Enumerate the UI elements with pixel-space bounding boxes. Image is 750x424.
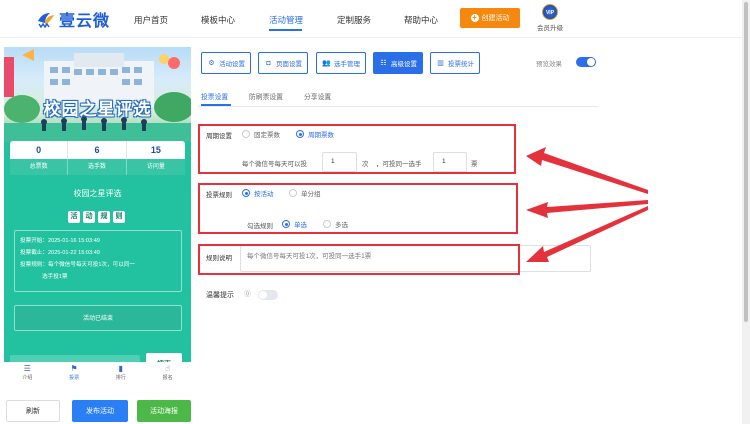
flag-icon: ⚑ [70,364,78,373]
page-icon: ◘ [266,59,271,67]
advanced-settings-button[interactable]: ☷ 高级设置 [373,52,423,74]
activity-title: 校园之星评选 [73,189,122,198]
banner-title: 校园之星评选 [43,100,152,119]
page-settings-button[interactable]: ◘ 页面设置 [258,52,308,74]
plus-icon: + [470,13,479,22]
highlight-box-vote-rule [198,183,518,234]
nav-active-indicator [269,29,302,31]
rules-heading-char: 动 [83,211,95,223]
create-activity-label: 创建活动 [481,15,510,22]
tab-label: 排行 [115,375,126,381]
highlight-box-rule-desc [198,244,520,275]
tab-label: 介绍 [22,375,33,381]
button-label: 选手管理 [334,61,360,68]
create-activity-button[interactable]: + 创建活动 [460,8,520,28]
nav-templates[interactable]: 模板中心 [201,14,235,26]
chart-icon: ▮ [118,364,124,373]
annotation-arrows [526,147,648,262]
rules-heading-char: 活 [68,211,80,223]
contestant-manage-button[interactable]: 👥 选手管理 [316,52,366,74]
stats-card: 0 总票数 6 选手数 15 访问量 [10,141,185,175]
button-label: 页面设置 [276,61,302,68]
preview-effect-label: 预览效果 [536,61,562,68]
vote-start-line: 投票开始：2025-01-16 15:03:49 [20,238,100,244]
vote-end-line: 投票截止：2025-01-22 15:03:49 [20,250,100,256]
nav-custom-service[interactable]: 定制服务 [337,14,371,26]
button-label: 投票统计 [448,61,474,68]
activity-info-box: 投票开始：2025-01-16 15:03:49 投票截止：2025-01-22… [14,230,182,292]
tab-label: 投票 [69,375,80,381]
stat-contestants: 6 选手数 [68,141,127,175]
divider [198,106,598,107]
activity-status: 活动已结束 [14,305,182,331]
vip-upgrade[interactable]: VIP 会员升级 [534,4,566,32]
rules-heading: 活 动 规 则 [68,211,125,223]
mobile-preview: 校园之星评选 0 总票数 6 选手数 15 访问量 校园之星评选 活 动 规 则… [4,47,191,375]
logo[interactable]: 壹云微 [36,7,110,31]
users-icon: 👥 [322,60,331,67]
stat-value: 15 [150,145,161,155]
gear-icon: ⚙ [208,60,215,67]
banner-image: 校园之星评选 [4,47,191,142]
vip-badge-icon: VIP [542,4,558,20]
refresh-button[interactable]: 刷新 [6,400,60,422]
button-label: 活动设置 [219,61,245,68]
rules-heading-char: 则 [113,211,125,223]
tip-toggle[interactable] [258,290,278,300]
highlight-box-cycle [198,124,516,174]
vote-rule-line-cont: 选手投1票 [42,274,68,280]
tab-vote-settings[interactable]: 投票设置 [201,91,228,101]
help-icon[interactable]: ⓪ [244,289,251,299]
bar-chart-icon: ▥ [437,60,444,67]
tab-label: 报名 [162,375,173,381]
tip-label: 温馨提示 [206,292,234,299]
vote-stats-button[interactable]: ▥ 投票统计 [430,52,480,74]
stat-label: 总票数 [10,159,69,175]
stat-visits: 15 访问量 [126,141,185,175]
stat-label: 选手数 [68,159,127,175]
vote-rule-line: 投票规则：每个微信号每天可投1次，可以同一 [20,262,135,268]
nav-activity-manage[interactable]: 活动管理 [269,14,303,26]
tab-ranking[interactable]: ▮ 排行 [98,362,145,384]
stat-total-votes: 0 总票数 [10,141,69,175]
stat-value: 0 [10,141,69,159]
preview-bottom-tabs: ☰ 介绍 ⚑ 投票 ▮ 排行 ☝ 报名 [4,362,191,384]
brand-name: 壹云微 [59,13,111,30]
stat-value: 6 [68,141,127,159]
tab-signup[interactable]: ☝ 报名 [144,362,191,384]
tab-intro[interactable]: ☰ 介绍 [4,362,51,384]
tab-share-settings[interactable]: 分享设置 [304,91,331,101]
nav-home[interactable]: 用户首页 [134,14,168,26]
preview-effect-toggle[interactable] [576,57,596,67]
vip-label: 会员升级 [537,25,563,32]
top-navbar: 壹云微 用户首页 模板中心 活动管理 定制服务 帮助中心 + 创建活动 VIP … [0,0,742,38]
publish-activity-button[interactable]: 发布活动 [72,400,128,422]
toggle-knob [259,291,267,299]
rules-heading-char: 规 [98,211,110,223]
hand-icon: ☝ [165,364,171,373]
scrollbar-thumb[interactable] [744,2,748,322]
activity-poster-button[interactable]: 活动海报 [137,400,191,422]
toggle-knob [587,58,595,66]
list-icon: ☰ [23,364,31,373]
tab-anti-fraud[interactable]: 防刷票设置 [249,91,283,101]
sliders-icon: ☷ [380,60,387,67]
tab-vote[interactable]: ⚑ 投票 [51,362,98,384]
stat-label: 访问量 [126,159,185,175]
nav-help[interactable]: 帮助中心 [404,14,438,26]
logo-icon [36,9,56,29]
button-label: 高级设置 [391,61,417,68]
activity-settings-button[interactable]: ⚙ 活动设置 [201,52,251,74]
